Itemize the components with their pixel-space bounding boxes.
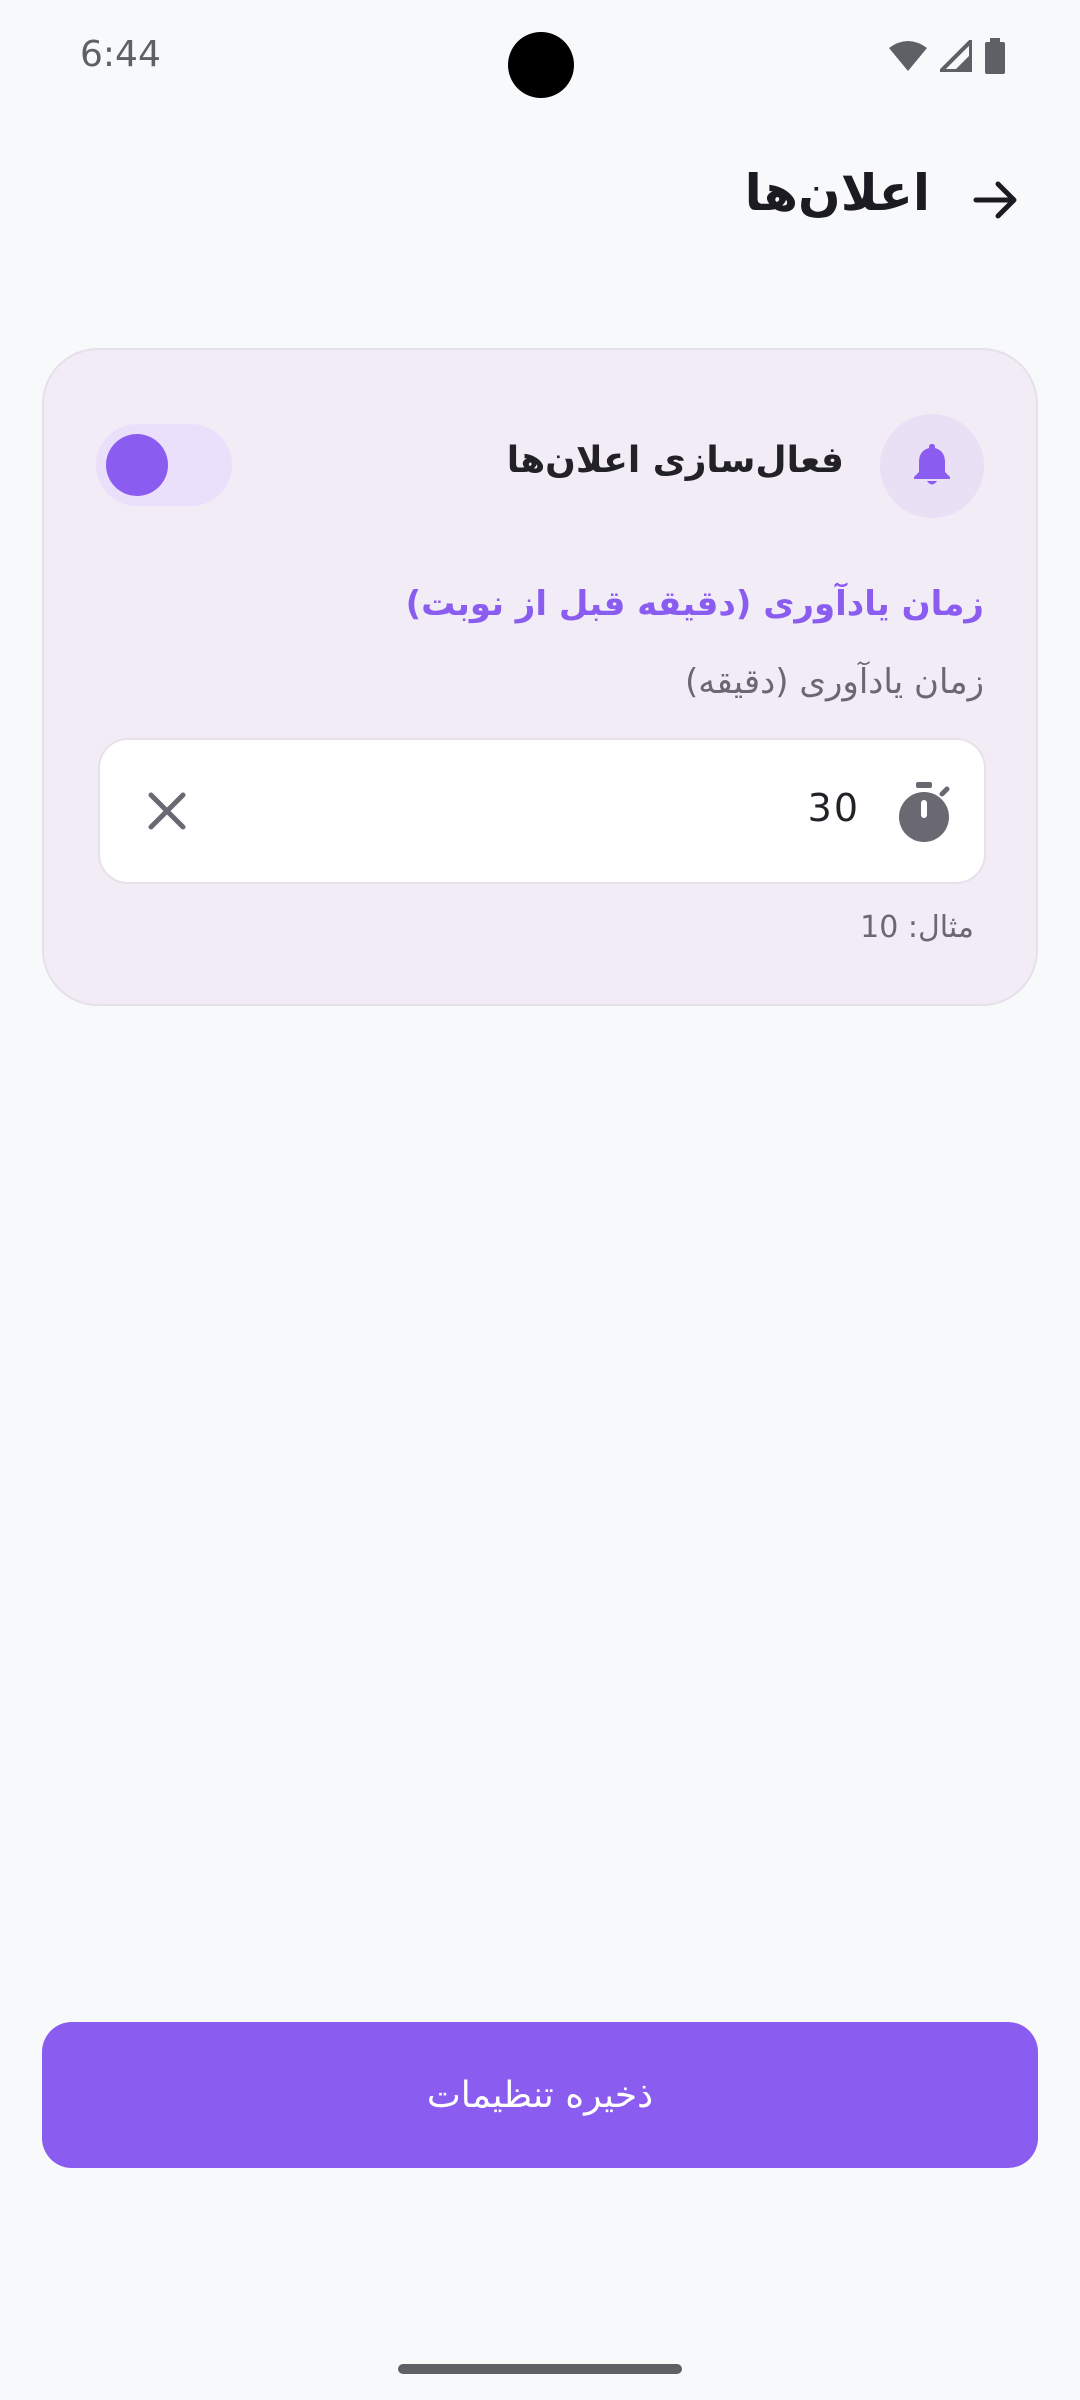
page-title: اعلان‌ها (744, 164, 930, 222)
reminder-minutes-input[interactable]: 30 (98, 738, 986, 884)
enable-notifications-toggle[interactable] (96, 424, 232, 506)
enable-notifications-label: فعال‌سازی اعلان‌ها (506, 440, 844, 481)
status-time: 6:44 (80, 34, 161, 75)
notification-settings-card: فعال‌سازی اعلان‌ها زمان یادآوری (دقیقه ق… (42, 348, 1038, 1006)
reminder-section-title: زمان یادآوری (دقیقه قبل از نوبت) (405, 584, 984, 624)
timer-icon (894, 780, 954, 844)
clear-input-button[interactable] (138, 784, 196, 842)
status-bar: 6:44 (0, 0, 1080, 120)
wifi-icon (888, 40, 928, 76)
save-settings-button[interactable]: ذخیره تنظیمات (42, 2022, 1038, 2168)
reminder-field-label: زمان یادآوری (دقیقه) (684, 662, 984, 702)
bell-icon (912, 442, 952, 490)
reminder-minutes-value[interactable]: 30 (808, 786, 860, 830)
bell-icon-container (880, 414, 984, 518)
battery-icon (984, 38, 1006, 78)
back-button[interactable] (964, 170, 1028, 234)
close-icon (147, 791, 187, 835)
status-icons (888, 36, 1006, 78)
home-indicator[interactable] (398, 2364, 682, 2374)
arrow-right-icon (972, 176, 1020, 228)
notification-settings-screen: 6:44 اعلان‌ها (0, 0, 1080, 2400)
toggle-knob (106, 434, 168, 496)
reminder-helper-text: مثال: 10 (860, 910, 974, 945)
app-header: اعلان‌ها (0, 160, 1080, 240)
signal-icon (936, 36, 973, 76)
camera-cutout (508, 32, 574, 98)
